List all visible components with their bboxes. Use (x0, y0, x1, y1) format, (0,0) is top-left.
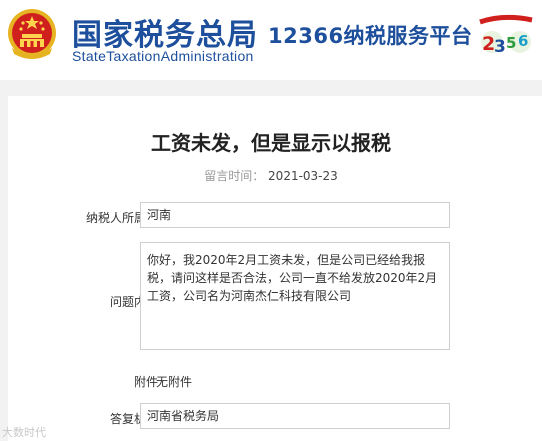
platform-title[interactable]: 12366纳税服务平台 (268, 20, 473, 50)
badge-digit-6: 6 (518, 32, 528, 50)
attachment-label: 附件 (133, 375, 158, 389)
site-header: 国家税务总局 StateTaxationAdministration 12366… (0, 0, 542, 80)
question-title: 工资未发，但是显示以报税 (151, 131, 391, 155)
location-field: 河南 (140, 202, 450, 228)
watermark: 大数时代 (2, 426, 46, 439)
post-time-value: 2021-03-23 (268, 169, 338, 183)
question-content-field: 你好，我2020年2月工资未发，但是公司已经给我报税，请问这样是否合法，公司一直… (140, 242, 450, 350)
platform-badge-icon: 2 3 5 6 (479, 14, 533, 57)
badge-digit-5: 5 (506, 34, 516, 52)
national-emblem-icon (8, 9, 56, 59)
post-time-label: 留言时间： (204, 169, 265, 183)
agency-label: 答复机构 (109, 412, 158, 426)
question-content-label: 问题内容 (109, 295, 158, 309)
logo-english[interactable]: StateTaxationAdministration (72, 48, 254, 64)
post-time: 留言时间： 2021-03-23 (0, 167, 542, 184)
attachment-value: 无附件 (156, 375, 193, 389)
location-label: 纳税人所属地 (85, 211, 158, 225)
badge-digit-3: 3 (494, 37, 506, 57)
agency-field: 河南省税务局 (140, 403, 450, 429)
